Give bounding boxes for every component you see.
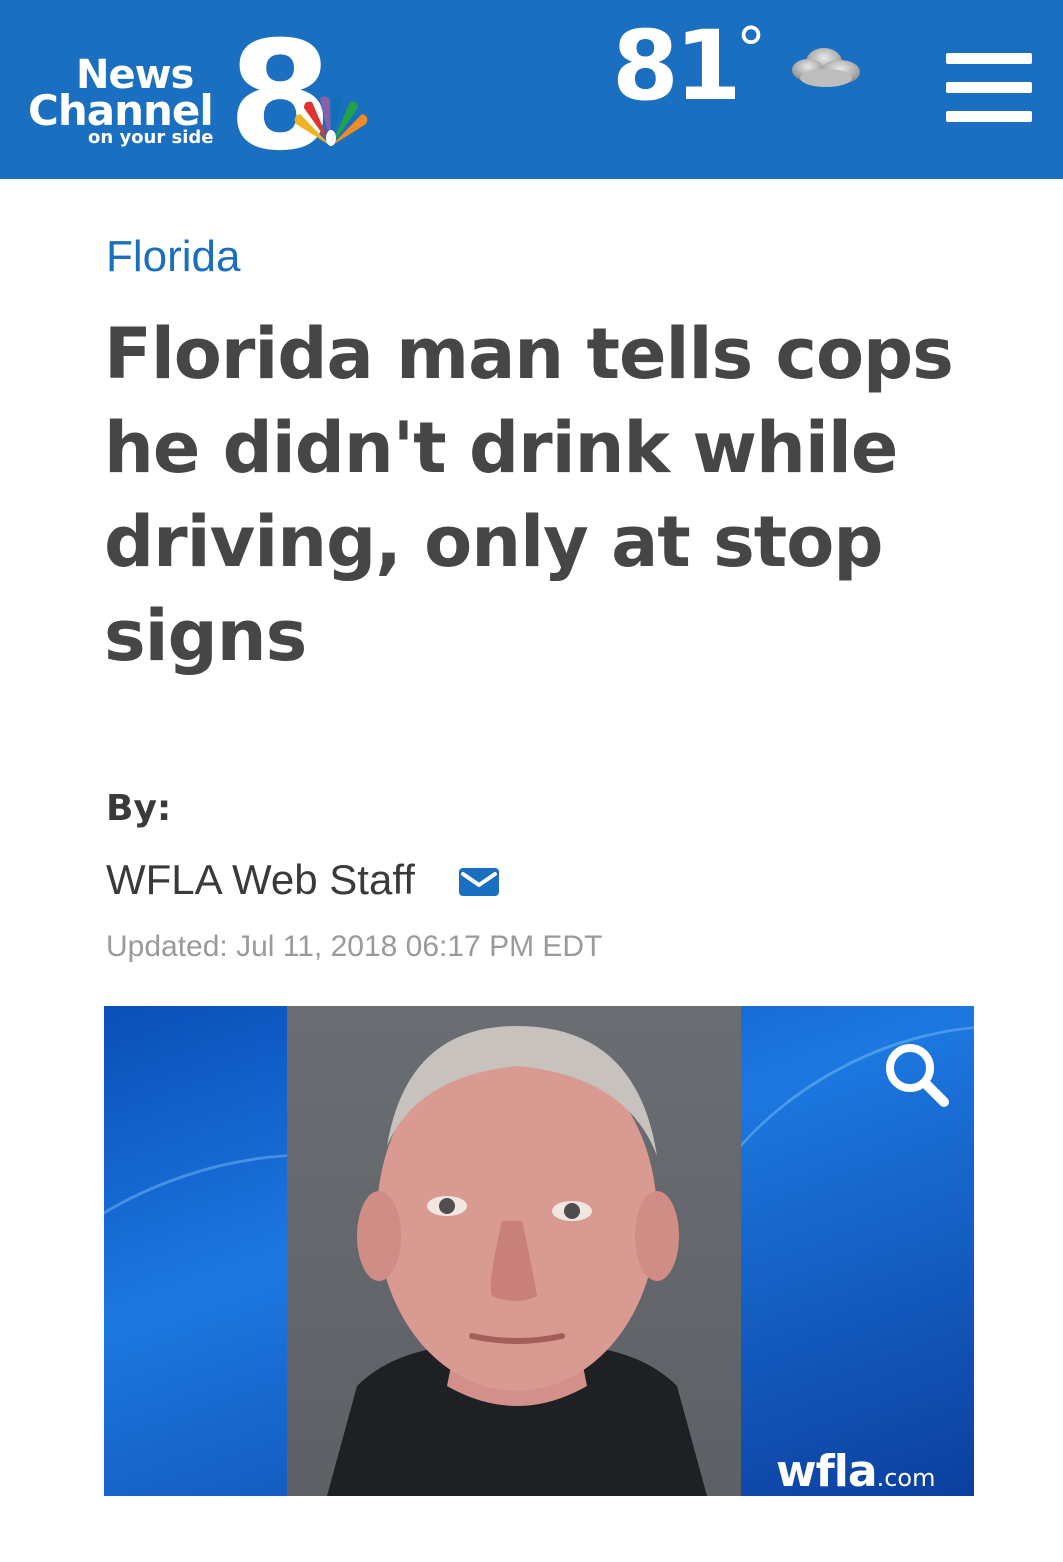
partly-cloudy-icon[interactable] <box>784 40 868 96</box>
updated-timestamp: Updated: Jul 11, 2018 06:17 PM EDT <box>106 930 603 963</box>
site-header: News Channel on your side 8 81 ° <box>0 0 1063 179</box>
mugshot-image <box>287 1006 741 1496</box>
wfla-watermark: wfla.com <box>776 1450 935 1494</box>
degree-symbol: ° <box>736 15 766 85</box>
menu-bar-middle <box>946 82 1032 93</box>
watermark-suffix: .com <box>876 1464 936 1492</box>
author-name[interactable]: WFLA Web Staff <box>106 856 415 904</box>
byline-label: By: <box>106 788 172 829</box>
magnifier-icon[interactable] <box>880 1038 952 1110</box>
news-channel-8-logo[interactable]: News Channel on your side 8 <box>28 22 378 172</box>
logo-line-channel: Channel <box>28 86 214 135</box>
temperature-value[interactable]: 81 <box>612 18 742 114</box>
article-photo[interactable]: wfla.com <box>104 1006 974 1496</box>
article-headline: Florida man tells cops he didn't drink w… <box>104 313 954 677</box>
email-icon[interactable] <box>457 866 501 898</box>
hamburger-menu-icon[interactable] <box>946 53 1032 123</box>
menu-bar-top <box>946 53 1032 64</box>
logo-tagline: on your side <box>88 127 214 148</box>
watermark-main: wfla <box>776 1446 878 1496</box>
menu-bar-bottom <box>946 111 1032 122</box>
nbc-peacock-icon <box>294 96 368 146</box>
category-link[interactable]: Florida <box>106 232 241 282</box>
mugshot-figure <box>327 1026 707 1496</box>
